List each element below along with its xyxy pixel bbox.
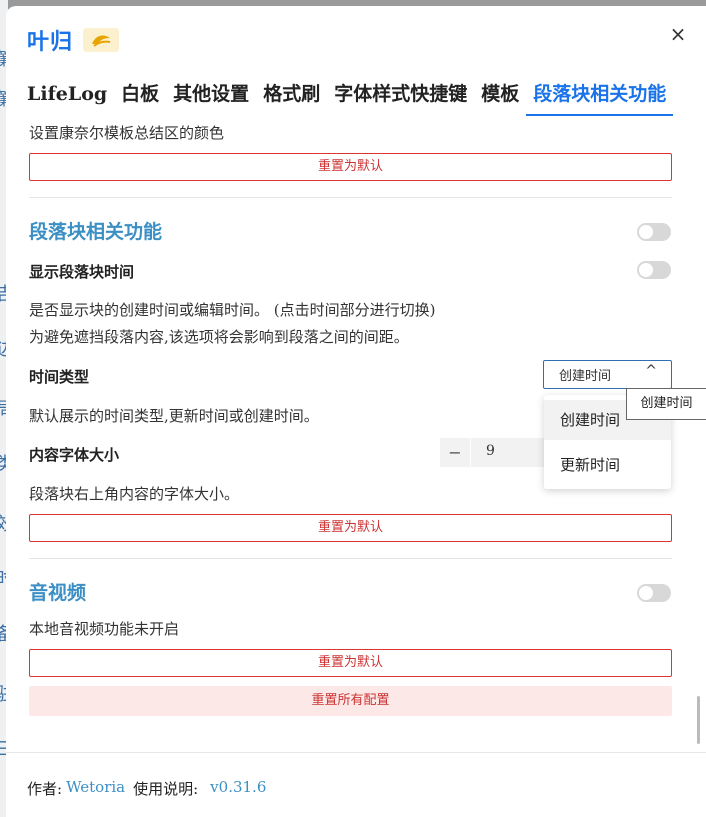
av-section-toggle[interactable] — [637, 584, 671, 602]
author-label: 作者: — [27, 780, 63, 798]
chevron-up-icon: ^ — [645, 363, 657, 379]
cornell-reset-button[interactable]: 重置为默认 — [29, 153, 672, 181]
footer: 作者: Wetoria 使用说明: v0.31.6 — [27, 778, 266, 799]
tab-5[interactable]: 模板 — [474, 74, 526, 114]
reset-all-button[interactable]: 重置所有配置 — [29, 686, 672, 716]
show-time-desc-2: 为避免遮挡段落内容,该选项将会影响到段落之间的间距。 — [29, 328, 409, 346]
time-type-select[interactable]: 创建时间 ^ — [543, 360, 672, 389]
font-size-value: 9 — [486, 443, 495, 459]
minus-icon[interactable]: − — [440, 438, 471, 467]
show-time-toggle[interactable] — [637, 261, 671, 279]
tab-2[interactable]: 其他设置 — [166, 74, 256, 114]
paragraph-section-toggle[interactable] — [637, 223, 671, 241]
scrollbar[interactable] — [697, 696, 700, 744]
close-icon[interactable]: × — [666, 22, 690, 46]
tab-3[interactable]: 格式刷 — [256, 74, 327, 114]
show-time-desc-1: 是否显示块的创建时间或编辑时间。 (点击时间部分进行切换) — [29, 301, 436, 319]
divider — [6, 752, 706, 753]
tooltip: 创建时间 — [626, 388, 706, 420]
tab-bar: LifeLog 白板 其他设置 格式刷 字体样式快捷键 模板 段落块相关功能 — [20, 74, 706, 116]
tab-4[interactable]: 字体样式快捷键 — [327, 74, 474, 114]
dialog-title: 叶归 — [27, 20, 120, 60]
paragraph-reset-button[interactable]: 重置为默认 — [29, 514, 672, 542]
font-size-desc: 段落块右上角内容的字体大小。 — [29, 485, 240, 503]
av-desc: 本地音视频功能未开启 — [29, 620, 180, 638]
cornell-color-desc: 设置康奈尔模板总结区的颜色 — [29, 124, 225, 142]
time-type-desc: 默认展示的时间类型,更新时间或创建时间。 — [29, 407, 319, 425]
version-link[interactable]: v0.31.6 — [210, 778, 266, 799]
divider — [29, 197, 672, 198]
show-time-label: 显示段落块时间 — [29, 263, 135, 281]
paragraph-section-heading: 段落块相关功能 — [29, 221, 163, 243]
av-reset-button[interactable]: 重置为默认 — [29, 649, 672, 677]
leaf-logo-icon — [83, 28, 120, 52]
divider — [29, 558, 672, 559]
font-size-label: 内容字体大小 — [29, 446, 120, 464]
time-type-value: 创建时间 — [559, 369, 612, 384]
av-section-heading: 音视频 — [29, 582, 87, 604]
time-type-label: 时间类型 — [29, 368, 90, 386]
settings-dialog: 叶归 × LifeLog 白板 其他设置 格式刷 字体样式快捷键 模板 段落块相关功能 设置… — [6, 6, 706, 817]
dialog-title-text: 叶归 — [27, 29, 74, 55]
tab-6[interactable]: 段落块相关功能 — [526, 74, 674, 116]
tab-0[interactable]: LifeLog — [20, 74, 114, 114]
guide-link[interactable]: 使用说明: — [133, 778, 198, 799]
dropdown-option-updated[interactable]: 更新时间 — [544, 445, 671, 485]
tab-1[interactable]: 白板 — [114, 74, 166, 114]
font-size-stepper[interactable]: − 9 — [440, 438, 550, 467]
author-link[interactable]: Wetoria — [66, 778, 125, 799]
